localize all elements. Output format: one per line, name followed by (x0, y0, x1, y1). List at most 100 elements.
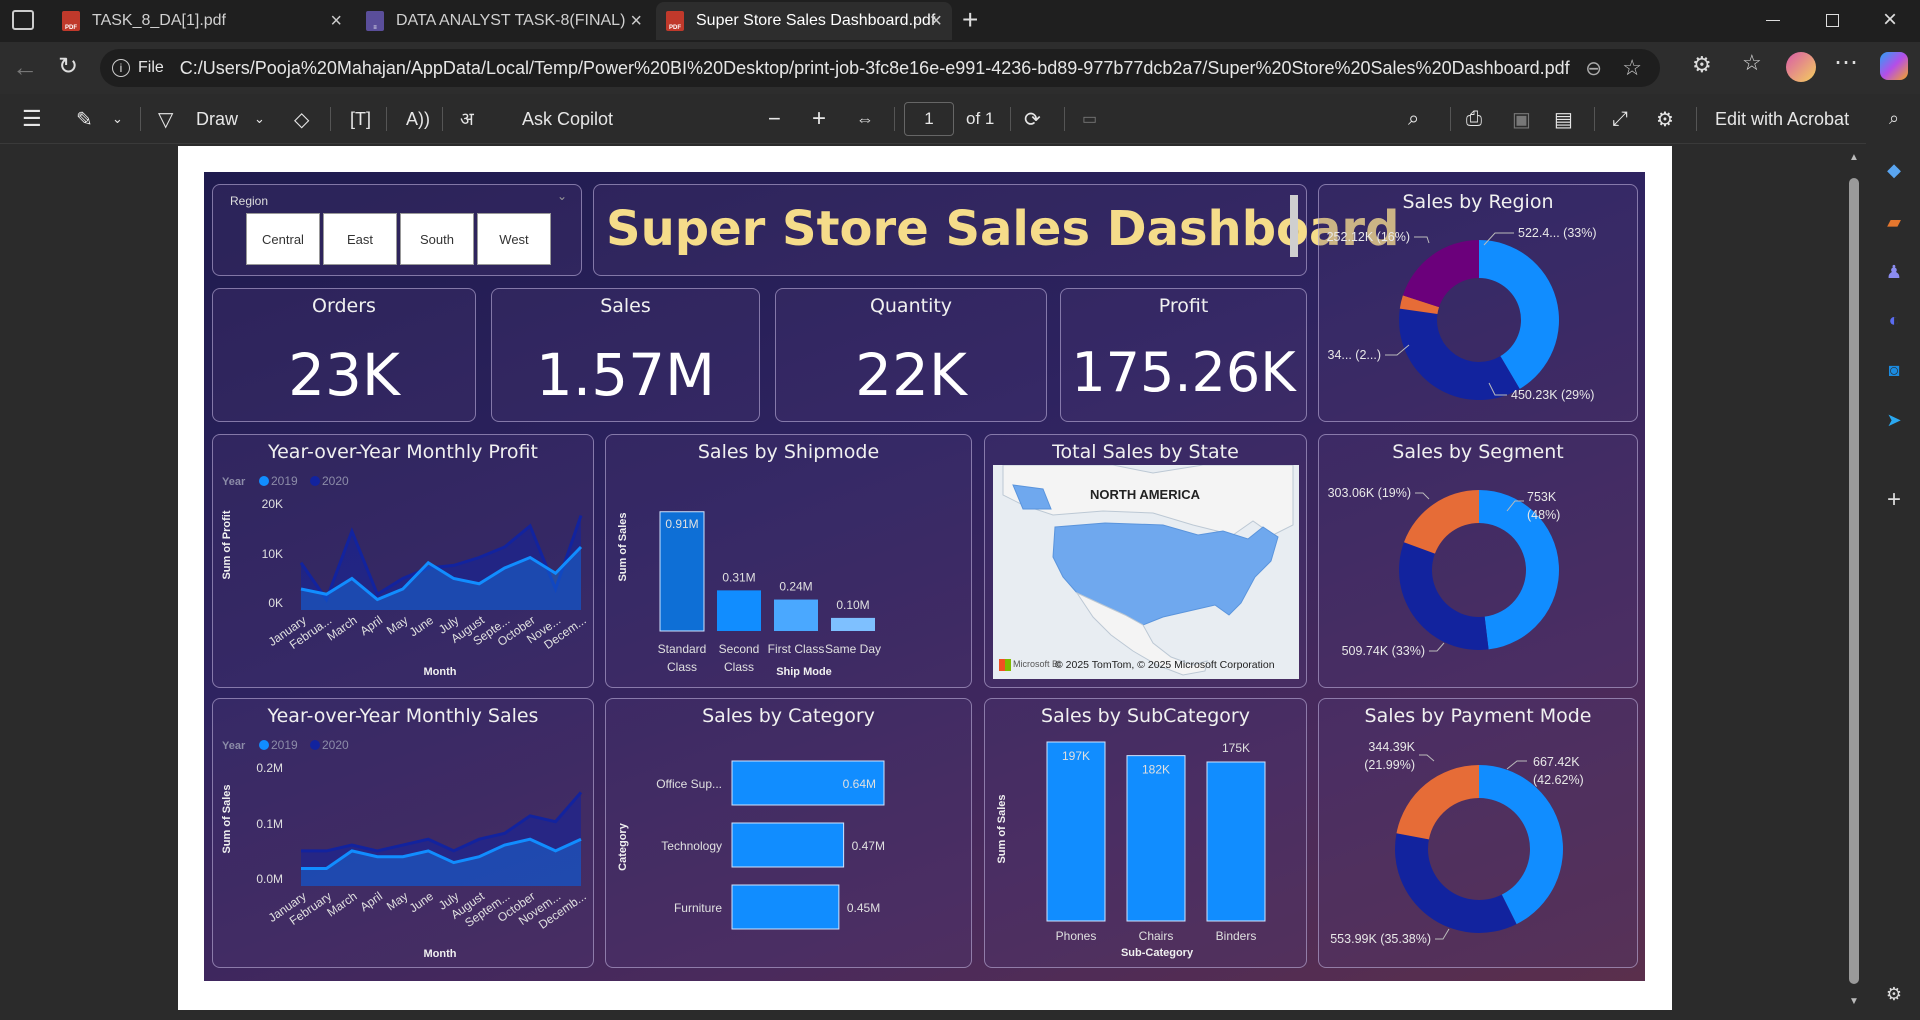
legend-title: Year (222, 476, 246, 488)
restore-icon[interactable] (1826, 14, 1839, 27)
draw-icon[interactable]: ▽ (158, 94, 173, 144)
text-box-icon[interactable]: [T] (350, 94, 371, 144)
scroll-up-icon[interactable]: ▲ (1848, 152, 1860, 164)
translate-icon[interactable]: अ (460, 94, 474, 144)
scrollbar[interactable]: ▲ ▼ (1848, 152, 1860, 1012)
rotate-icon[interactable]: ⟳ (1024, 94, 1041, 144)
extensions-icon[interactable]: ⚙ (1692, 52, 1712, 78)
search-icon[interactable]: ⌕ (1880, 104, 1908, 132)
refresh-icon[interactable]: ↻ (58, 52, 78, 81)
x-tick: Binders (1216, 929, 1257, 943)
y-tick: 0.1M (256, 817, 283, 831)
outlook-icon[interactable]: ◙ (1880, 356, 1908, 384)
donut-slice[interactable] (1403, 490, 1479, 554)
slicer-option-central[interactable]: Central (246, 213, 320, 265)
save-as-icon[interactable]: ▤ (1554, 94, 1573, 144)
bar-value-label: 0.31M (722, 570, 755, 584)
minimize-icon[interactable] (1766, 20, 1780, 21)
read-aloud-icon[interactable]: A)) (406, 94, 430, 144)
slicer-option-west[interactable]: West (477, 213, 551, 265)
bar[interactable] (717, 590, 761, 631)
highlight-icon[interactable]: ✎ (76, 94, 93, 144)
donut-label: 344.39K (1368, 740, 1415, 754)
draw-button[interactable]: Draw (196, 94, 238, 144)
print-icon[interactable]: ⎙ (1466, 94, 1482, 144)
copilot-icon[interactable] (1880, 52, 1908, 80)
map-shapes: NORTH AMERICA (993, 465, 1299, 679)
tab-label: DATA ANALYST TASK-8(FINAL)SU (396, 12, 626, 29)
ask-copilot-button[interactable]: Ask Copilot (522, 94, 613, 144)
zoom-out-icon[interactable]: − (768, 94, 781, 144)
shipmode-card: Sales by Shipmode Sum of Sales Ship Mode… (605, 434, 972, 688)
favorite-star-icon[interactable]: ☆ (1622, 55, 1642, 81)
close-icon[interactable]: × (630, 10, 642, 33)
tab-task8[interactable]: PDF TASK_8_DA[1].pdf × (52, 2, 352, 40)
fit-page-icon[interactable]: ⇔ (856, 94, 874, 144)
bar-value-label: 0.64M (843, 777, 876, 791)
bar[interactable] (831, 617, 875, 631)
back-icon[interactable]: ← (12, 52, 38, 83)
copilot-app-icon[interactable]: ◐ (1880, 306, 1908, 334)
slicer-option-east[interactable]: East (323, 213, 397, 265)
bar[interactable] (1126, 755, 1186, 922)
slicer-option-south[interactable]: South (400, 213, 474, 265)
tools-icon[interactable]: ▰ (1880, 208, 1908, 236)
send-icon[interactable]: ➤ (1880, 406, 1908, 434)
chevron-down-icon[interactable]: ⌄ (254, 94, 265, 144)
address-bar[interactable]: i File C:/Users/Pooja%20Mahajan/AppData/… (100, 49, 1660, 87)
tab-actions-icon[interactable] (12, 10, 34, 30)
games-icon[interactable]: ♟ (1880, 258, 1908, 286)
kpi-label: Profit (1158, 295, 1209, 317)
chevron-down-icon[interactable]: ⌄ (112, 94, 123, 144)
scrollbar-thumb[interactable] (1849, 178, 1859, 984)
save-icon[interactable]: ▣ (1512, 94, 1531, 144)
close-icon[interactable]: × (930, 10, 942, 33)
kpi-profit: Profit 175.26K (1060, 288, 1307, 422)
y-tick: 0K (268, 596, 283, 610)
donut-slice[interactable] (1402, 240, 1479, 308)
bar[interactable] (731, 884, 840, 930)
two-page-icon[interactable]: ▭ (1082, 94, 1097, 144)
bar[interactable] (774, 599, 818, 631)
contents-icon[interactable]: ☰ (22, 94, 42, 144)
donut-label: 450.23K (29%) (1511, 388, 1594, 402)
donut-slice[interactable] (1396, 765, 1479, 840)
bar[interactable] (1206, 761, 1266, 922)
zoom-out-icon[interactable]: ⊖ (1585, 56, 1602, 81)
bar[interactable] (1046, 741, 1106, 922)
fullscreen-icon[interactable]: ⤢ (1612, 94, 1628, 144)
x-tick: June (407, 889, 437, 916)
search-icon[interactable]: ⌕ (1408, 94, 1419, 144)
eraser-icon[interactable]: ◇ (294, 94, 309, 144)
donut-slice[interactable] (1399, 542, 1489, 650)
more-options-icon[interactable]: ⋯ (1834, 48, 1858, 77)
tag-icon[interactable]: ◆ (1880, 156, 1908, 184)
add-icon[interactable]: + (1880, 486, 1908, 514)
donut-slice[interactable] (1399, 308, 1520, 400)
bars: 197K Phones 182K Chairs 175K Binders (1046, 741, 1266, 943)
y-tick: 0.2M (256, 761, 283, 775)
edit-with-acrobat-button[interactable]: Edit with Acrobat (1715, 94, 1849, 144)
x-tick: May (384, 613, 411, 637)
donut-slice[interactable] (1395, 833, 1517, 933)
kpi-orders: Orders 23K (212, 288, 476, 422)
subcategory-card: Sales by SubCategory Sum of Sales Sub-Ca… (984, 698, 1307, 968)
chevron-down-icon[interactable]: ⌄ (557, 189, 567, 203)
settings-icon[interactable]: ⚙ (1880, 980, 1908, 1008)
x-ticks: JanuaryFebrua...MarchAprilMayJune JulyAug… (266, 613, 589, 652)
favorites-icon[interactable]: ☆ (1742, 50, 1762, 76)
scroll-down-icon[interactable]: ▼ (1848, 996, 1860, 1008)
y-tick: Office Sup... (656, 777, 722, 791)
window-close-icon[interactable]: × (1883, 6, 1897, 34)
bar[interactable] (731, 822, 845, 868)
zoom-in-icon[interactable]: + (812, 94, 826, 144)
settings-icon[interactable]: ⚙ (1656, 94, 1674, 144)
close-icon[interactable]: × (330, 10, 342, 33)
info-icon: i (112, 59, 130, 77)
page-number-input[interactable]: 1 (904, 102, 954, 136)
tab-super-store[interactable]: PDF Super Store Sales Dashboard.pdf × (656, 2, 952, 40)
tab-data-analyst[interactable]: ≡ DATA ANALYST TASK-8(FINAL)SU × (356, 2, 652, 40)
new-tab-icon[interactable]: + (962, 4, 978, 36)
map-visual[interactable]: NORTH AMERICA Microsoft Bing © 2025 TomT… (993, 465, 1299, 679)
avatar[interactable] (1786, 52, 1816, 82)
